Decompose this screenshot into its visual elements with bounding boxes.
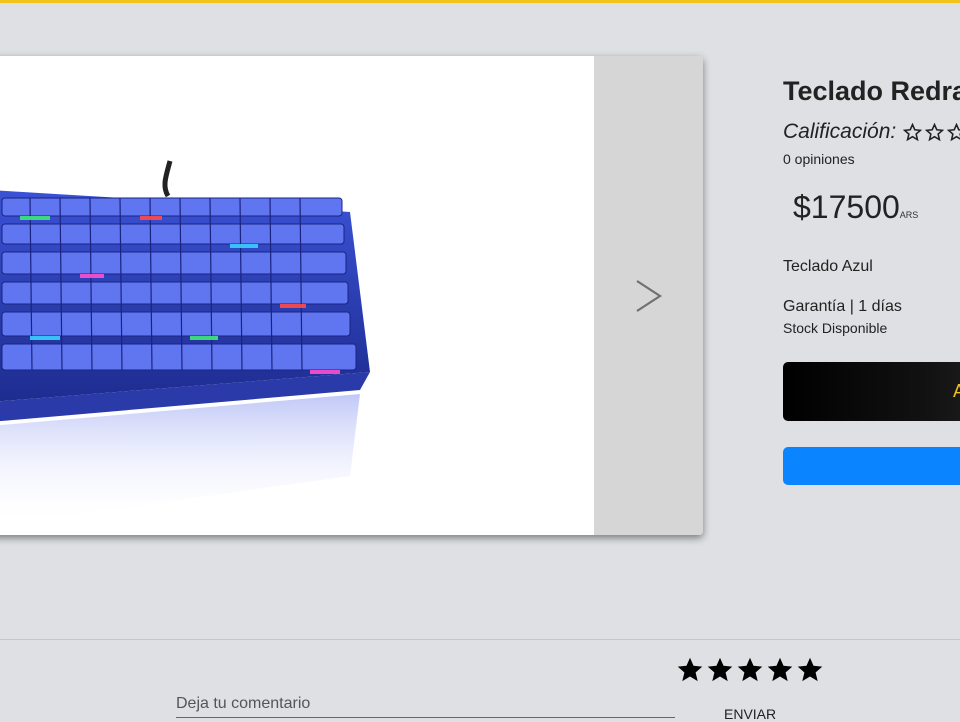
rating-label: Calificación: <box>783 120 897 143</box>
product-image[interactable] <box>0 56 594 535</box>
star-outline-icon <box>903 122 923 141</box>
star-filled-icon[interactable] <box>766 656 794 684</box>
comment-input[interactable] <box>176 691 675 718</box>
keyboard-image <box>0 160 370 525</box>
star-filled-icon[interactable] <box>676 656 704 684</box>
reviews-count[interactable]: 0 opiniones <box>783 151 855 167</box>
comment-rating-stars <box>676 656 824 684</box>
star-outline-icon <box>925 122 945 141</box>
product-variant: Teclado Azul <box>783 258 873 275</box>
add-to-cart-button[interactable]: A <box>783 362 960 421</box>
price-amount: $17500 <box>793 189 900 225</box>
rating-row: Calificación: <box>783 120 960 144</box>
warranty-info: Garantía | 1 días <box>783 298 902 315</box>
star-filled-icon[interactable] <box>706 656 734 684</box>
product-title: Teclado Redra <box>783 76 960 106</box>
rating-stars <box>903 122 960 142</box>
star-filled-icon[interactable] <box>736 656 764 684</box>
star-filled-icon[interactable] <box>796 656 824 684</box>
product-price: $17500ARS <box>793 189 918 226</box>
buy-now-button[interactable] <box>783 447 960 485</box>
top-accent-bar <box>0 0 960 3</box>
stock-status: Stock Disponible <box>783 320 888 336</box>
gallery-next-button[interactable] <box>594 56 703 535</box>
section-divider <box>0 639 960 640</box>
chevron-right-icon <box>635 279 662 312</box>
star-outline-icon <box>947 122 960 141</box>
price-currency: ARS <box>899 210 919 220</box>
product-image-gallery <box>0 56 703 535</box>
